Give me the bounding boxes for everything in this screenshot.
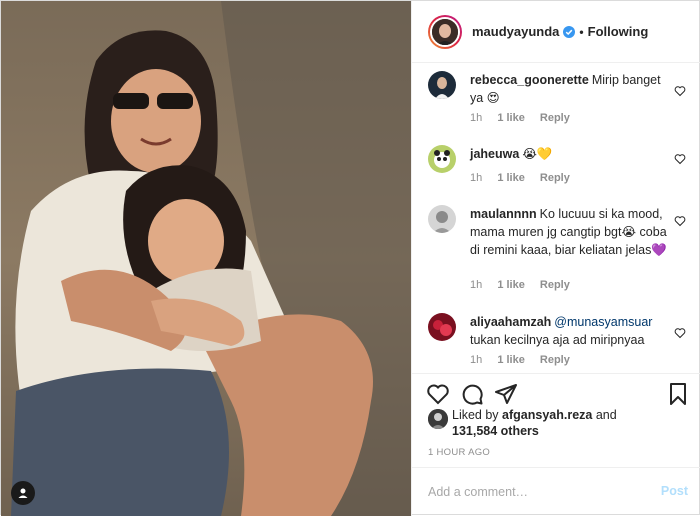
commenter-avatar[interactable] [428,71,456,99]
share-send-icon[interactable] [494,382,518,406]
comment-text-block: maulannnn Ko lucuuu si ka mood, mama mure… [470,205,670,259]
comment-time: 1h [470,354,483,366]
comment-likes[interactable]: 1 like [497,112,525,124]
photo-illustration [1,1,411,516]
post-header: maudyayunda • Following [412,1,700,63]
post-photo[interactable] [1,1,411,516]
commenter-avatar[interactable] [428,205,456,233]
bookmark-icon[interactable] [666,382,690,406]
comment-likes[interactable]: 1 like [497,279,525,291]
user-tag-icon[interactable] [11,481,35,505]
add-comment-bar: Post [412,467,700,516]
comment-time: 1h [470,172,483,184]
liker-username[interactable]: afgansyah.reza [502,408,592,422]
comment-bubble-icon[interactable] [460,382,484,406]
commenter-avatar[interactable] [428,313,456,341]
avatar-image [428,71,456,99]
separator-dot: • [579,24,584,39]
comment-text: 😭💛 [522,147,553,161]
post-timestamp[interactable]: 1 HOUR AGO [428,447,490,458]
heart-icon[interactable] [674,327,686,339]
likes-and: and [595,408,617,422]
avatar-image [432,18,458,45]
comment-likes[interactable]: 1 like [497,172,525,184]
reply-button[interactable]: Reply [540,112,570,124]
comment-username[interactable]: aliyaahamzah [470,315,551,329]
post-comment-button[interactable]: Post [661,484,688,498]
avatar-image [428,205,456,233]
following-button[interactable]: Following [588,24,649,39]
author-avatar[interactable] [428,14,462,49]
comment-time: 1h [470,279,483,291]
heart-icon[interactable] [674,85,686,97]
post-side-panel: maudyayunda • Following rebecca_gooneret… [411,1,700,516]
likes-others[interactable]: 131,584 others [452,424,539,438]
comment-meta: 1h 1 like Reply [470,279,582,291]
comment-text-block: rebecca_goonerette Mirip banget ya 😍 [470,71,670,107]
avatar-image [428,409,448,429]
post-dialog: maudyayunda • Following rebecca_gooneret… [0,0,700,516]
comment-meta: 1h 1 like Reply [470,112,582,124]
comment-text: tukan kecilnya aja ad miripnyaa [470,333,645,347]
author-username[interactable]: maudyayunda [472,24,559,39]
comment-mention[interactable]: @munasyamsuar [554,315,652,329]
person-icon [18,488,28,498]
comment-username[interactable]: rebecca_goonerette [470,73,589,87]
comment-time: 1h [470,112,483,124]
likes-prefix: Liked by [452,408,499,422]
avatar-image [428,145,456,173]
reply-button[interactable]: Reply [540,172,570,184]
comment-likes[interactable]: 1 like [497,354,525,366]
comment-meta: 1h 1 like Reply [470,172,582,184]
comments-list: rebecca_goonerette Mirip banget ya 😍 1h 1… [412,63,700,373]
heart-icon[interactable] [674,153,686,165]
avatar-image [428,313,456,341]
verified-badge-icon [563,25,576,38]
comment-meta: 1h 1 like Reply [470,354,582,366]
post-actions [412,373,700,409]
liker-avatar[interactable] [428,409,448,429]
like-heart-icon[interactable] [426,382,450,406]
comment-text-block: aliyaahamzah @munasyamsuar tukan kecilnya … [470,313,670,349]
commenter-avatar[interactable] [428,145,456,173]
reply-button[interactable]: Reply [540,279,570,291]
likes-text: Liked by afgansyah.reza and 131,584 othe… [452,407,692,439]
comment-input[interactable] [428,480,638,504]
comment-username[interactable]: jaheuwa [470,147,519,161]
comment-username[interactable]: maulannnn [470,207,537,221]
heart-icon[interactable] [674,215,686,227]
reply-button[interactable]: Reply [540,354,570,366]
comment-text-block: jaheuwa 😭💛 [470,145,670,163]
